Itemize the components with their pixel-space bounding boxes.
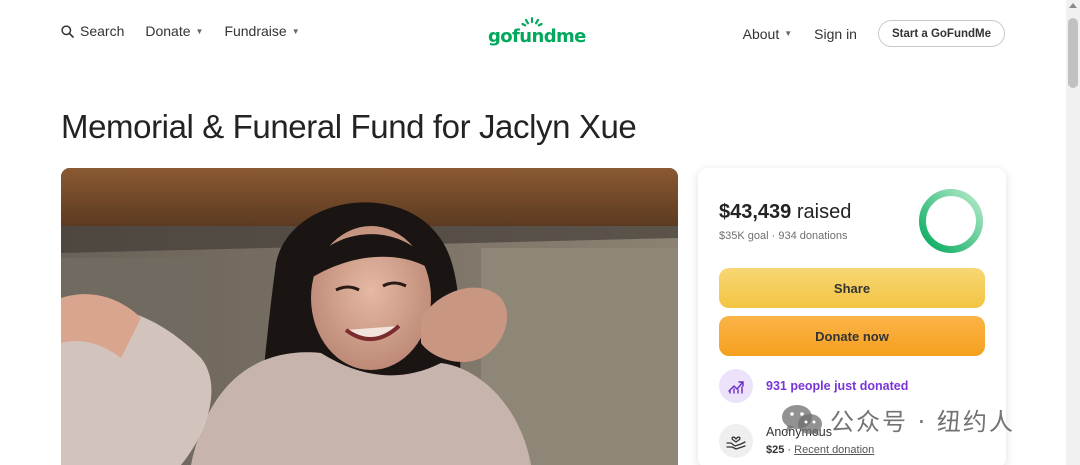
donation-count: 934 donations (778, 230, 848, 242)
page-title: Memorial & Funeral Fund for Jaclyn Xue (61, 108, 637, 145)
donate-now-button[interactable]: Donate now (719, 316, 985, 356)
raised-word: raised (796, 201, 852, 223)
donate-menu-label: Donate (145, 23, 191, 39)
site-header: Search Donate ▼ Fundraise ▼ gofundme Abo… (0, 0, 1066, 66)
signin-link[interactable]: Sign in (814, 26, 857, 42)
hands-heart-icon (719, 424, 753, 458)
chevron-down-icon: ▼ (291, 26, 300, 36)
nav-right: About ▼ Sign in Start a GoFundMe (721, 20, 1005, 47)
search-label: Search (80, 23, 125, 39)
recent-activity: 931 people just donated (719, 369, 908, 403)
wechat-icon (782, 404, 822, 436)
fundraise-menu-label: Fundraise (224, 23, 287, 39)
share-button[interactable]: Share (719, 268, 985, 308)
recent-donation-link[interactable]: Recent donation (794, 444, 874, 456)
about-menu-label: About (742, 25, 780, 42)
chevron-down-icon: ▼ (784, 29, 793, 38)
progress-ring (919, 189, 983, 253)
raised-amount: $43,439 (719, 201, 792, 223)
nav-left: Search Donate ▼ Fundraise ▼ (61, 23, 321, 39)
page-scrollbar[interactable] (1066, 0, 1080, 465)
about-menu[interactable]: About ▼ (743, 26, 793, 42)
donate-menu[interactable]: Donate ▼ (145, 23, 203, 39)
fundraiser-photo-image (61, 168, 678, 465)
logo-text: gofundme (488, 26, 586, 47)
donor-separator: · (787, 444, 792, 456)
start-gofundme-label: Start a GoFundMe (891, 27, 991, 40)
watermark-text: 公众号 · 纽约人 (830, 408, 1015, 436)
trending-up-icon (719, 369, 753, 403)
donor-meta: $25 · Recent donation (766, 444, 874, 456)
fundraiser-photo[interactable] (61, 168, 678, 465)
goal-separator: · (771, 230, 776, 242)
goal-amount: $35K goal (719, 230, 769, 242)
start-gofundme-button[interactable]: Start a GoFundMe (877, 20, 1005, 47)
wechat-watermark: 公众号 · 纽约人 (780, 402, 1015, 437)
goal-summary: $35K goal · 934 donations (719, 230, 847, 242)
trend-text: 931 people just donated (766, 379, 909, 393)
signin-label: Sign in (814, 25, 857, 42)
scrollbar-thumb[interactable] (1068, 18, 1078, 88)
fundraise-menu[interactable]: Fundraise ▼ (224, 23, 299, 39)
donate-now-label: Donate now (815, 328, 889, 344)
progress-ring-arc (919, 189, 983, 253)
chevron-down-icon: ▼ (195, 26, 204, 36)
search-link[interactable]: Search (61, 23, 124, 39)
donor-amount: $25 (766, 444, 785, 456)
scroll-up-arrow-icon[interactable] (1069, 3, 1077, 8)
share-label: Share (833, 280, 871, 296)
search-icon (61, 24, 80, 38)
raised-summary: $43,439 raised (719, 201, 851, 224)
